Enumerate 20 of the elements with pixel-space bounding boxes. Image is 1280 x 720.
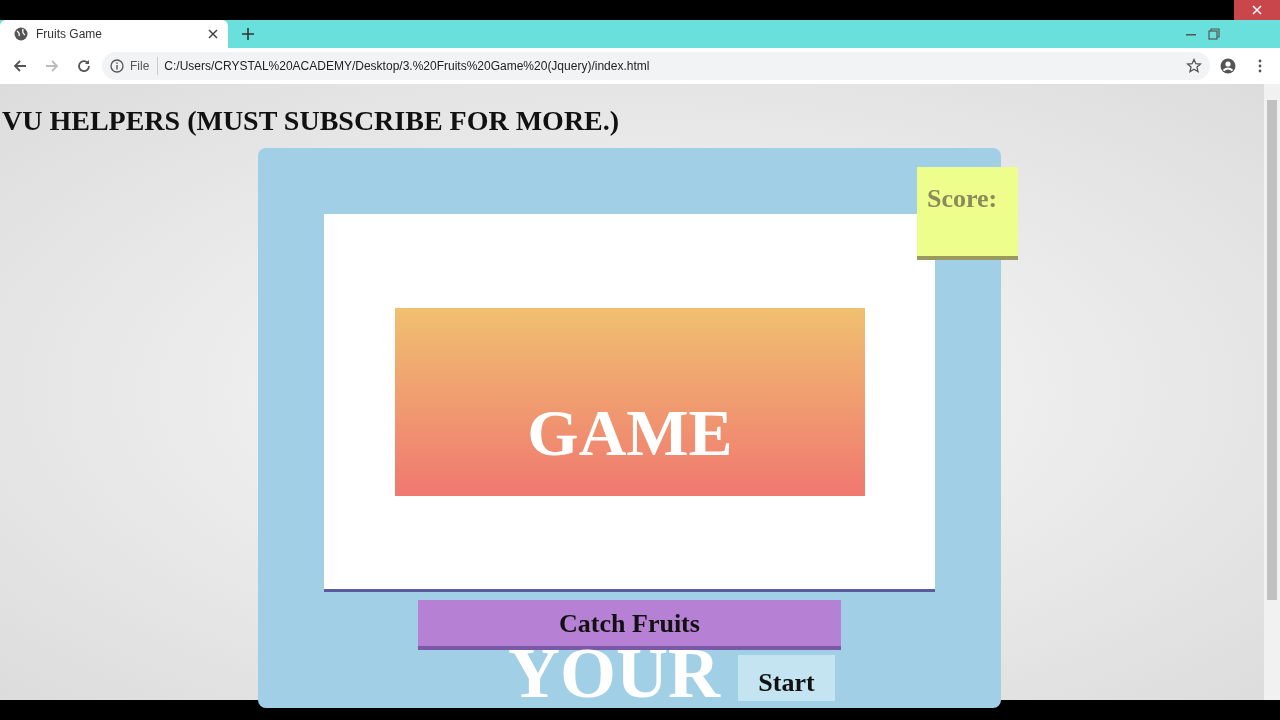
address-bar[interactable]: File C:/Users/CRYSTAL%20ACADEMY/Desktop/3.%20Fruits%20Game%20(Jquery)/index.html: [102, 52, 1210, 80]
globe-icon: [14, 27, 28, 41]
game-over-text: GAME: [527, 400, 733, 466]
browser-tab[interactable]: Fruits Game: [0, 20, 228, 48]
account-icon[interactable]: [1220, 58, 1236, 74]
catch-fruits-button[interactable]: Catch Fruits: [418, 600, 841, 650]
restore-icon[interactable]: [1208, 28, 1220, 40]
tab-title: Fruits Game: [36, 26, 102, 43]
plus-icon[interactable]: [242, 28, 254, 40]
page-heading: VU HELPERS (MUST SUBSCRIBE FOR MORE.): [1, 104, 621, 138]
start-button[interactable]: Start: [738, 655, 835, 701]
info-icon: [110, 59, 124, 73]
url-text: C:/Users/CRYSTAL%20ACADEMY/Desktop/3.%20Fruits%20Game%20(Jquery)/index.html: [164, 58, 650, 75]
score-label: Score:: [927, 184, 998, 213]
scheme-label: File: [130, 57, 159, 75]
scrollbar-thumb[interactable]: [1267, 100, 1277, 600]
star-icon[interactable]: [1186, 58, 1202, 74]
back-icon[interactable]: [12, 58, 28, 74]
reload-icon[interactable]: [76, 58, 92, 74]
close-icon[interactable]: [208, 29, 218, 39]
